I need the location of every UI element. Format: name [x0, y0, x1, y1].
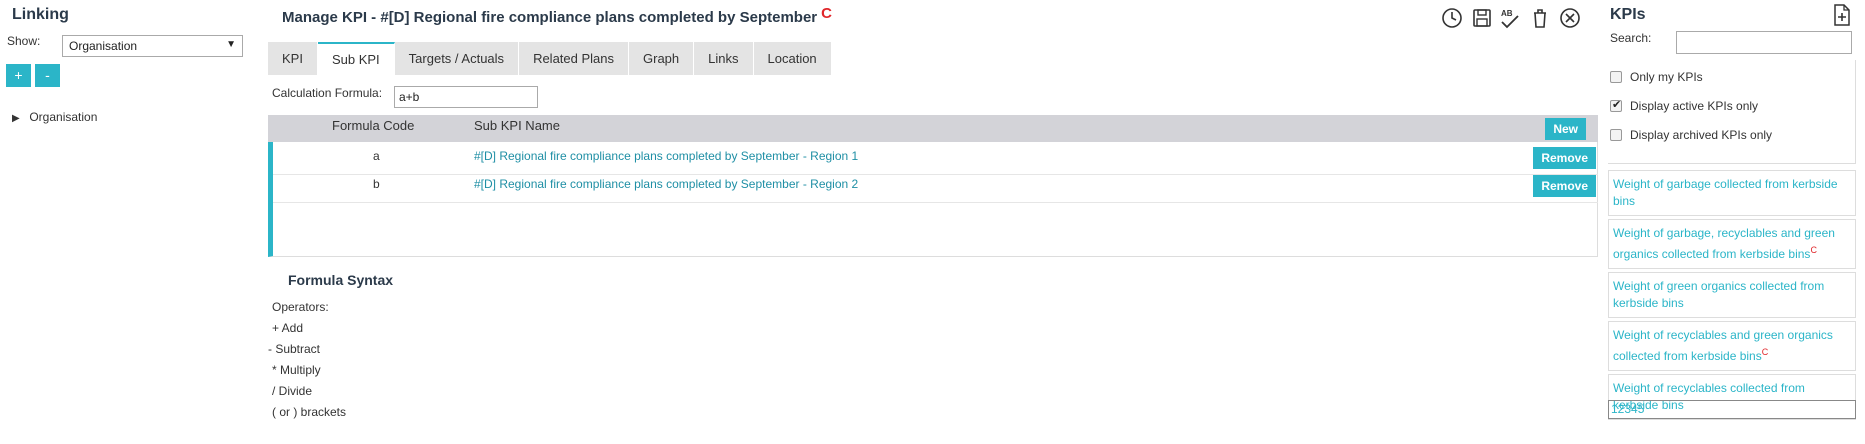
- column-header-formula-code: Formula Code: [332, 118, 415, 133]
- formula-syntax-title: Formula Syntax: [288, 272, 394, 288]
- show-select-value: Organisation: [69, 39, 138, 53]
- kpi-list-item[interactable]: Weight of garbage, recyclables and green…: [1608, 219, 1856, 269]
- tab-graph[interactable]: Graph: [629, 42, 695, 75]
- calculated-mark: C: [821, 5, 832, 22]
- only-my-kpis-checkbox[interactable]: Only my KPIs: [1610, 70, 1703, 84]
- main-panel: Manage KPI - #[D] Regional fire complian…: [268, 0, 1598, 444]
- save-icon[interactable]: [1468, 4, 1496, 32]
- tab-location[interactable]: Location: [753, 42, 832, 75]
- tab-targets-actuals[interactable]: Targets / Actuals: [394, 42, 520, 75]
- show-select[interactable]: Organisation ▼: [62, 35, 243, 57]
- remove-button[interactable]: Remove: [1533, 147, 1596, 169]
- sub-kpi-name-link[interactable]: #[D] Regional fire compliance plans comp…: [474, 177, 858, 191]
- kpi-list-item[interactable]: Weight of recyclables and green organics…: [1608, 321, 1856, 371]
- kpi-list-item[interactable]: Weight of green organics collected from …: [1608, 272, 1856, 318]
- kpi-item-label: Weight of green organics collected from …: [1613, 279, 1825, 310]
- sub-kpi-grid: Formula Code Sub KPI Name New a #[D] Reg…: [268, 115, 1598, 257]
- add-kpi-icon[interactable]: [1831, 3, 1853, 27]
- syntax-line: ( or ) brackets: [272, 405, 347, 419]
- delete-icon[interactable]: [1526, 4, 1554, 32]
- calculated-mark: C: [1810, 245, 1817, 255]
- tab-related-plans[interactable]: Related Plans: [519, 42, 630, 75]
- search-label: Search:: [1610, 31, 1652, 45]
- tab-sub-kpi[interactable]: Sub KPI: [317, 42, 395, 75]
- close-icon[interactable]: [1556, 4, 1584, 32]
- tree-expand-icon[interactable]: ▶: [12, 113, 26, 124]
- remove-button[interactable]: Remove: [1533, 175, 1596, 197]
- new-sub-kpi-button[interactable]: New: [1545, 118, 1586, 140]
- archived-kpis-checkbox[interactable]: Display archived KPIs only: [1610, 128, 1772, 142]
- show-label: Show:: [7, 34, 41, 48]
- org-tree: ▶ Organisation: [12, 110, 97, 124]
- checkbox-icon: [1610, 129, 1622, 141]
- column-header-sub-kpi-name: Sub KPI Name: [474, 118, 560, 133]
- linking-panel: Linking Show: Organisation ▼ + - ▶ Organ…: [0, 0, 250, 444]
- syntax-line: * Multiply: [272, 363, 321, 377]
- spellcheck-text: AB: [1501, 9, 1513, 18]
- filters-box: Only my KPIs Display active KPIs only Di…: [1608, 60, 1856, 164]
- expand-all-button[interactable]: +: [6, 64, 31, 87]
- spellcheck-icon[interactable]: AB: [1496, 4, 1524, 32]
- pagination[interactable]: 12345: [1608, 400, 1856, 419]
- filter-label: Display archived KPIs only: [1630, 128, 1773, 142]
- kpi-list-item[interactable]: Weight of garbage collected from kerbsid…: [1608, 170, 1856, 216]
- table-row: b #[D] Regional fire compliance plans co…: [273, 170, 1598, 203]
- active-kpis-checkbox[interactable]: Display active KPIs only: [1610, 98, 1759, 113]
- kpi-list: Weight of garbage collected from kerbsid…: [1608, 170, 1856, 423]
- formula-code-cell: b: [373, 177, 380, 191]
- calculation-formula-input[interactable]: a+b: [394, 86, 538, 108]
- formula-code-cell: a: [373, 149, 380, 163]
- filter-label: Display active KPIs only: [1630, 99, 1759, 113]
- tab-links[interactable]: Links: [694, 42, 754, 75]
- page-title: Manage KPI - #[D] Regional fire complian…: [282, 5, 832, 26]
- sub-kpi-name-link[interactable]: #[D] Regional fire compliance plans comp…: [474, 149, 858, 163]
- syntax-line: + Add: [272, 321, 304, 335]
- history-icon[interactable]: [1438, 4, 1466, 32]
- checkbox-checked-icon: [1610, 98, 1622, 112]
- calculation-formula-label: Calculation Formula:: [272, 86, 383, 100]
- chevron-down-icon: ▼: [226, 39, 236, 50]
- tab-bar: KPI Sub KPI Targets / Actuals Related Pl…: [268, 42, 832, 75]
- kpi-item-label: Weight of recyclables and green organics…: [1613, 328, 1833, 363]
- collapse-all-button[interactable]: -: [35, 64, 60, 87]
- grid-header: Formula Code Sub KPI Name New: [268, 115, 1598, 142]
- page-title-text: Manage KPI - #[D] Regional fire complian…: [282, 9, 818, 26]
- kpis-title: KPIs: [1610, 6, 1646, 23]
- kpis-panel: KPIs Search: Only my KPIs Display active…: [1608, 0, 1865, 444]
- calculated-mark: C: [1761, 347, 1769, 357]
- grid-body: a #[D] Regional fire compliance plans co…: [268, 142, 1598, 257]
- syntax-line: Operators:: [272, 300, 329, 314]
- kpi-item-label: Weight of garbage collected from kerbsid…: [1613, 177, 1838, 208]
- kpi-item-label: Weight of garbage, recyclables and green…: [1613, 226, 1835, 261]
- search-input[interactable]: [1676, 31, 1852, 54]
- linking-title: Linking: [12, 6, 69, 23]
- toolbar: AB: [1438, 4, 1598, 34]
- tree-item-organisation[interactable]: Organisation: [29, 110, 97, 124]
- syntax-line: / Divide: [272, 384, 313, 398]
- checkbox-icon: [1610, 71, 1622, 83]
- filter-label: Only my KPIs: [1630, 70, 1703, 84]
- syntax-line: - Subtract: [268, 342, 321, 356]
- tab-kpi[interactable]: KPI: [268, 42, 318, 75]
